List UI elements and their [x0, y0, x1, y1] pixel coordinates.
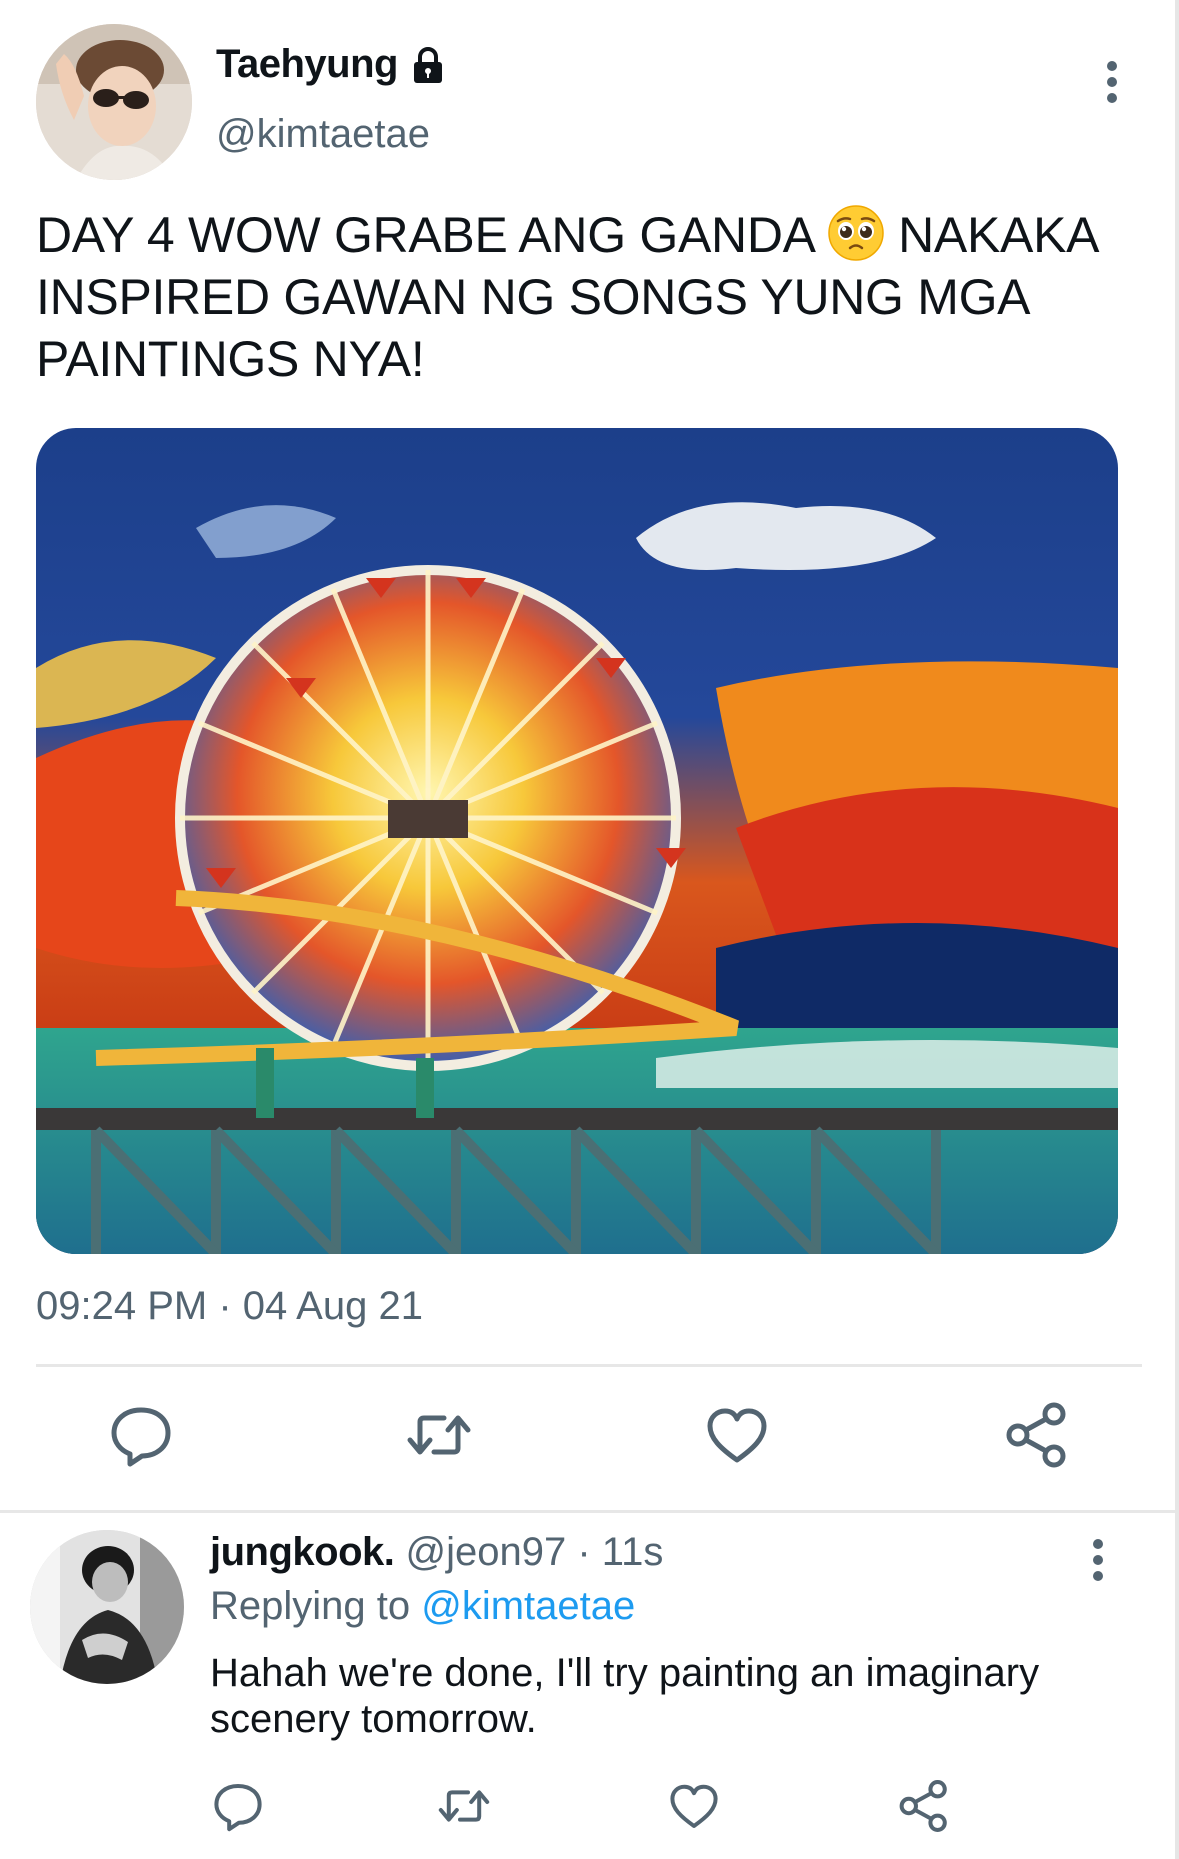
reply-handle[interactable]: @jeon97 — [406, 1530, 567, 1574]
tweet-media-image[interactable] — [36, 428, 1118, 1254]
reply-avatar[interactable] — [30, 1530, 184, 1684]
reply-display-name[interactable]: jungkook. — [210, 1530, 395, 1574]
tweet-text: DAY 4 WOW GRABE ANG GANDA NAKAKA INSPIRE… — [36, 204, 1146, 390]
more-options-icon[interactable] — [1080, 1532, 1116, 1588]
screen-edge — [1175, 0, 1179, 1859]
pleading-face-emoji-icon — [827, 204, 885, 262]
tweet-action-bar — [0, 1400, 1175, 1480]
replying-to-label: Replying to — [210, 1584, 422, 1628]
lock-icon — [408, 45, 448, 85]
user-handle[interactable]: @kimtaetae — [216, 112, 430, 157]
tweet-header: Taehyung @kimtaetae — [36, 24, 1136, 184]
reply-text: Hahah we're done, I'll try painting an i… — [210, 1651, 1040, 1741]
divider — [0, 1510, 1175, 1513]
ferris-wheel-painting — [36, 428, 1118, 1254]
reply-time[interactable]: 11s — [602, 1530, 664, 1574]
display-name-text: Taehyung — [216, 42, 398, 86]
retweet-icon[interactable] — [436, 1778, 492, 1834]
more-options-icon[interactable] — [1092, 52, 1132, 112]
divider — [36, 1364, 1142, 1367]
share-icon[interactable] — [1002, 1400, 1072, 1470]
display-name[interactable]: Taehyung — [216, 42, 448, 87]
reply-header: jungkook. @jeon97 · 11s — [210, 1530, 663, 1575]
replying-to: Replying to @kimtaetae — [210, 1584, 635, 1629]
like-icon[interactable] — [666, 1778, 722, 1834]
tweet-text-part-1: DAY 4 WOW GRABE ANG GANDA — [36, 207, 827, 263]
replying-to-handle[interactable]: @kimtaetae — [421, 1584, 635, 1628]
share-icon[interactable] — [896, 1778, 952, 1834]
retweet-icon[interactable] — [404, 1400, 474, 1470]
tweet-timestamp[interactable]: 09:24 PM · 04 Aug 21 — [36, 1284, 423, 1329]
reply-icon[interactable] — [106, 1400, 176, 1470]
reply-separator: · — [566, 1530, 602, 1574]
like-icon[interactable] — [702, 1400, 772, 1470]
reply-icon[interactable] — [210, 1778, 266, 1834]
reply-action-bar — [0, 1778, 1175, 1838]
avatar[interactable] — [36, 24, 192, 180]
